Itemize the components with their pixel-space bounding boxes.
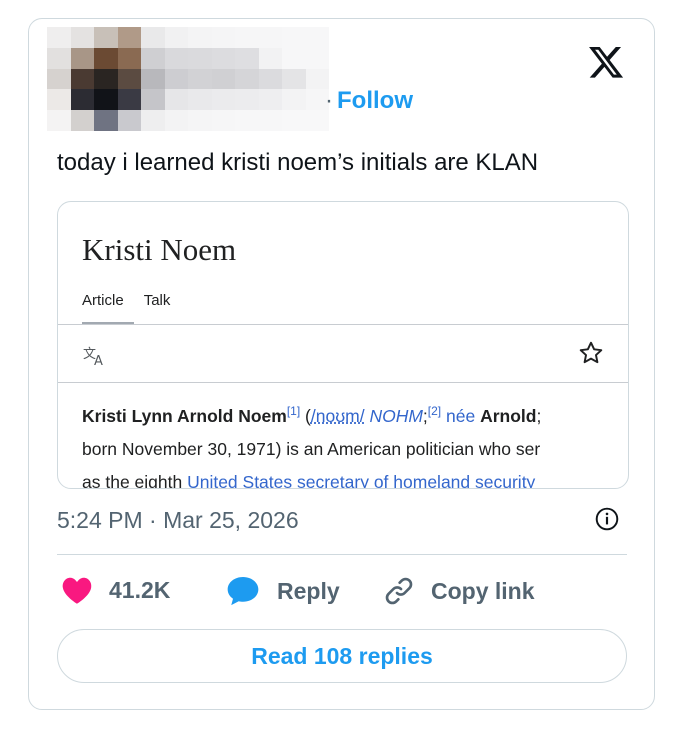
reply-button[interactable]: Reply xyxy=(225,575,340,607)
translate-icon: 文A xyxy=(82,344,108,369)
wiki-link-dhs[interactable]: United States secretary of homeland secu… xyxy=(187,472,535,488)
wiki-pronunciation[interactable]: NOHM xyxy=(365,406,422,426)
tweet-card: · Follow today i learned kristi noem’s in… xyxy=(28,18,655,710)
wiki-link-nee[interactable]: née xyxy=(441,406,475,426)
follow-row[interactable]: · Follow xyxy=(325,87,413,115)
copy-link-button[interactable]: Copy link xyxy=(383,575,535,607)
embedded-wikipedia-screenshot[interactable]: Kristi Noem Article Talk 文A Kristi Lynn A… xyxy=(57,201,629,489)
like-button[interactable]: 41.2K xyxy=(61,575,170,605)
wiki-divider xyxy=(58,324,628,325)
wiki-bold-name: Kristi Lynn Arnold Noem xyxy=(82,405,287,426)
reply-bubble-icon xyxy=(227,577,259,606)
wiki-tab-talk: Talk xyxy=(143,292,171,309)
like-count: 41.2K xyxy=(109,576,171,603)
wiki-tabs: Article Talk xyxy=(82,292,190,309)
wiki-ref[interactable]: [1] xyxy=(287,404,300,418)
wiki-text: ; xyxy=(536,405,542,426)
heart-icon xyxy=(62,577,92,604)
wiki-divider xyxy=(58,382,628,383)
follow-separator: · xyxy=(325,87,333,114)
wiki-tab-article: Article xyxy=(82,292,124,309)
wiki-line-3: as the eighth United States secretary of… xyxy=(82,466,628,489)
link-icon xyxy=(385,577,413,605)
copy-link-label: Copy link xyxy=(431,577,535,604)
wiki-bold-arnold: Arnold xyxy=(480,405,537,426)
follow-button[interactable]: Follow xyxy=(337,87,413,114)
reply-label: Reply xyxy=(277,577,340,604)
info-icon[interactable] xyxy=(594,506,620,532)
wiki-body-text: Kristi Lynn Arnold Noem[1] (/noʊm/ NOHM;… xyxy=(82,395,628,489)
wiki-line-2: born November 30, 1971) is an American p… xyxy=(82,438,541,459)
read-replies-button[interactable]: Read 108 replies xyxy=(57,629,627,683)
star-icon xyxy=(578,340,604,373)
wiki-ref[interactable]: [2] xyxy=(428,404,441,418)
wiki-ipa[interactable]: /noʊm/ xyxy=(311,406,365,426)
tweet-text: today i learned kristi noem’s initials a… xyxy=(57,149,539,176)
wiki-text: ( xyxy=(300,405,311,426)
wiki-page-title: Kristi Noem xyxy=(82,232,237,267)
blurred-user-header[interactable] xyxy=(47,27,329,131)
divider xyxy=(57,554,627,555)
wiki-text: as the eighth xyxy=(82,471,188,489)
x-logo-icon[interactable] xyxy=(587,43,625,81)
svg-text:A: A xyxy=(94,354,103,368)
wiki-line-1: Kristi Lynn Arnold Noem[1] (/noʊm/ NOHM;… xyxy=(82,395,628,433)
tweet-timestamp[interactable]: 5:24 PM · Mar 25, 2026 xyxy=(57,507,299,534)
